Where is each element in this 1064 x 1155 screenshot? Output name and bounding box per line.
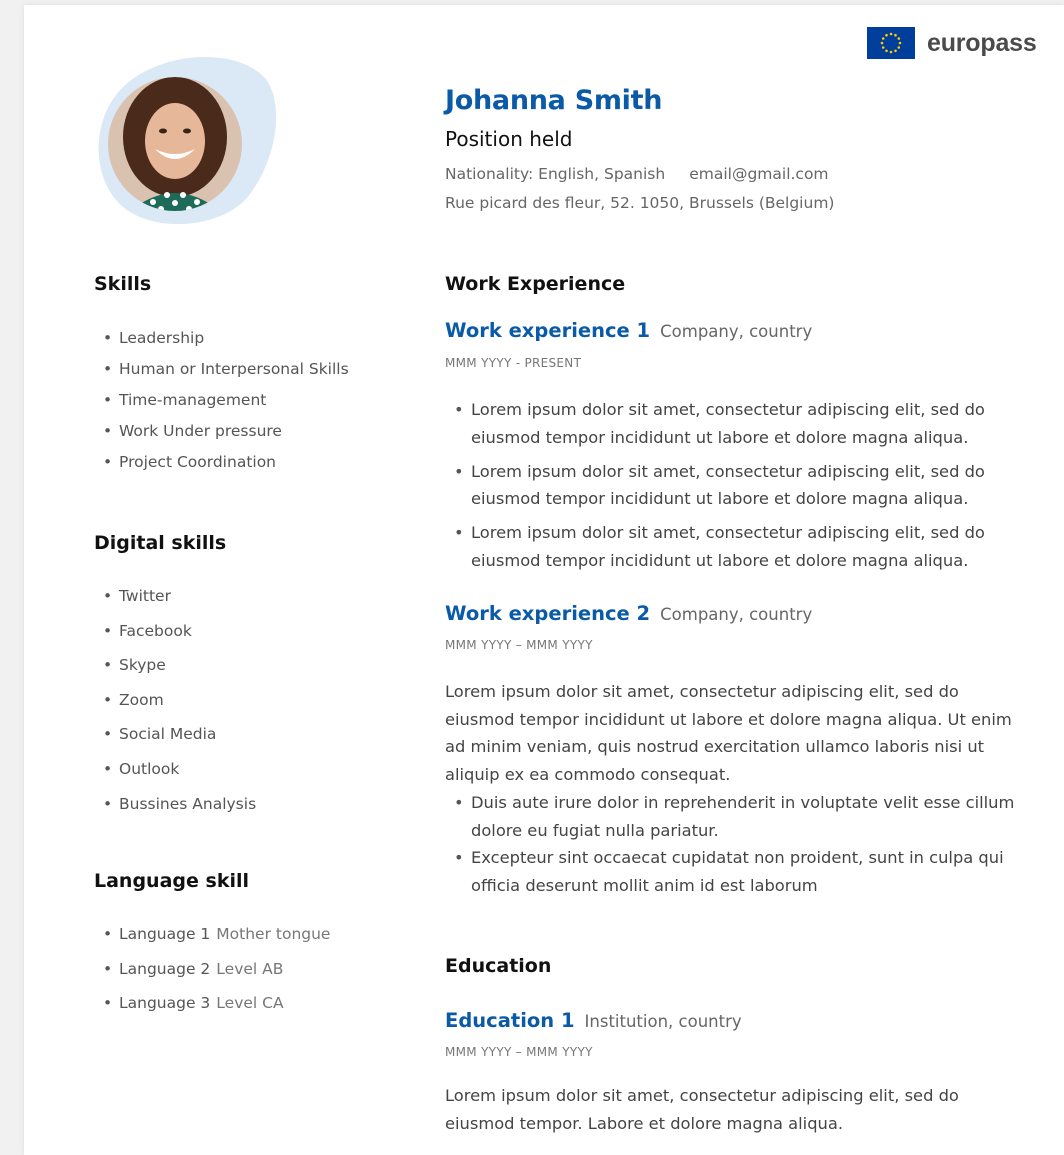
language-item: Language 1 Mother tongue	[94, 923, 394, 958]
list-item: Outlook	[94, 758, 354, 793]
list-item: Time-management	[94, 387, 354, 413]
job-bullets: Duis aute irure dolor in reprehenderit i…	[445, 789, 1015, 899]
job-company: Company, country	[660, 605, 813, 624]
list-item: Zoom	[94, 689, 354, 724]
language-level: Level AB	[216, 959, 284, 978]
contact-line: Nationality: English, Spanish email@gmail…	[445, 165, 829, 183]
job-title: Work experience 1	[445, 319, 651, 342]
brand-name: europass	[927, 28, 1037, 57]
eu-flag-icon	[867, 27, 915, 59]
europass-logo: europass	[867, 27, 1037, 59]
list-item: Work Under pressure	[94, 418, 354, 444]
language-item: Language 3 Level CA	[94, 992, 394, 1027]
language-name: Language 2	[119, 959, 211, 978]
digital-skills-list: Twitter Facebook Skype Zoom Social Media…	[94, 585, 354, 827]
list-item: Bussines Analysis	[94, 793, 354, 828]
job-dates: MMM YYYY - PRESENT	[445, 356, 582, 370]
work-experience-title: Work Experience	[445, 273, 626, 295]
digital-skills-title: Digital skills	[94, 532, 227, 554]
education-description: Lorem ipsum dolor sit amet, consectetur …	[445, 1086, 959, 1133]
list-item: Facebook	[94, 620, 354, 655]
language-name: Language 3	[119, 994, 211, 1012]
profile-photo	[98, 57, 277, 225]
list-item: Leadership	[94, 325, 354, 351]
skills-title: Skills	[94, 273, 152, 295]
job-title: Work experience 2	[445, 602, 651, 625]
job-header: Work experience 2 Company, country	[445, 602, 812, 625]
education-title-item: Education 1	[445, 1009, 575, 1032]
job-header: Work experience 1 Company, country	[445, 319, 812, 342]
list-item: Social Media	[94, 723, 354, 758]
job-company: Company, country	[660, 322, 813, 341]
education-header: Education 1 Institution, country	[445, 1009, 742, 1032]
address: Rue picard des fleur, 52. 1050, Brussels…	[445, 194, 835, 212]
job-description: Lorem ipsum dolor sit amet, consectetur …	[445, 682, 1012, 785]
education-institution: Institution, country	[584, 1012, 742, 1031]
list-item: Lorem ipsum dolor sit amet, consectetur …	[445, 458, 1015, 513]
language-skill-title: Language skill	[94, 870, 249, 892]
list-item: Lorem ipsum dolor sit amet, consectetur …	[445, 396, 1015, 451]
person-name: Johanna Smith	[445, 85, 663, 116]
email[interactable]: email@gmail.com	[689, 165, 828, 183]
list-item: Project Coordination	[94, 449, 354, 475]
language-name: Language 1	[119, 925, 211, 943]
job-bullets: Lorem ipsum dolor sit amet, consectetur …	[445, 396, 1015, 581]
list-item: Human or Interpersonal Skills	[94, 356, 354, 382]
language-level: Mother tongue	[216, 925, 331, 943]
language-item: Language 2 Level AB	[94, 958, 394, 993]
list-item: Excepteur sint occaecat cupidatat non pr…	[445, 844, 1015, 899]
list-item: Skype	[94, 654, 354, 689]
education-title: Education	[445, 955, 552, 977]
list-item: Duis aute irure dolor in reprehenderit i…	[445, 789, 1015, 844]
language-level: Level CA	[216, 994, 284, 1012]
education-dates: MMM YYYY – MMM YYYY	[445, 1045, 593, 1059]
language-list: Language 1 Mother tongue Language 2 Level …	[94, 923, 394, 1027]
cv-page: europass Johanna Smith Position held Nat…	[24, 5, 1064, 1155]
position-held: Position held	[445, 127, 573, 151]
skills-list: Leadership Human or Interpersonal Skills…	[94, 325, 354, 480]
nationality: Nationality: English, Spanish	[445, 165, 666, 183]
list-item: Twitter	[94, 585, 354, 620]
list-item: Lorem ipsum dolor sit amet, consectetur …	[445, 519, 1015, 574]
job-dates: MMM YYYY – MMM YYYY	[445, 638, 593, 652]
